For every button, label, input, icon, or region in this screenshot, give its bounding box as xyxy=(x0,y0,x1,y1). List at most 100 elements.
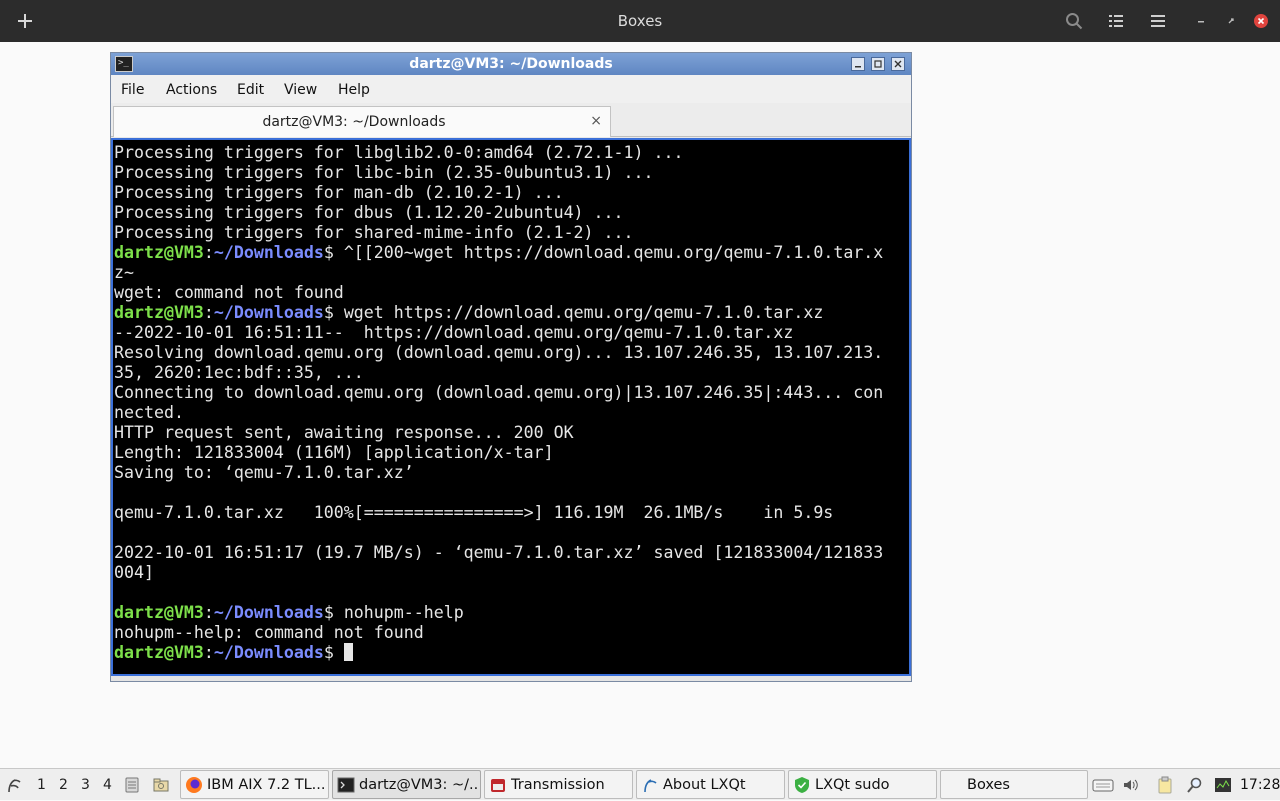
workspace-4[interactable]: 4 xyxy=(103,769,112,801)
output-line: HTTP request sent, awaiting response... … xyxy=(114,423,574,442)
menu-help[interactable]: Help xyxy=(338,75,370,103)
terminal-close-button[interactable] xyxy=(891,57,905,71)
close-icon xyxy=(894,60,902,68)
prompt-dollar: $ xyxy=(323,303,344,322)
output-line: 2022-10-01 16:51:17 (19.7 MB/s) - ‘qemu-… xyxy=(114,543,884,562)
output-line: Resolving download.qemu.org (download.qe… xyxy=(114,343,884,362)
prompt-path: ~/Downloads xyxy=(213,303,324,322)
output-line: Processing triggers for dbus (1.12.20-2u… xyxy=(114,203,624,222)
output-line: Processing triggers for libc-bin (2.35-0… xyxy=(114,163,654,182)
restore-button[interactable] xyxy=(1220,0,1242,42)
firefox-icon xyxy=(186,777,202,793)
network-search-icon[interactable] xyxy=(1186,776,1204,794)
clock[interactable]: 17:28 xyxy=(1240,769,1280,801)
plus-icon xyxy=(18,14,32,28)
prompt-user: dartz@VM3 xyxy=(114,303,204,322)
output-line: Processing triggers for shared-mime-info… xyxy=(114,223,634,242)
prompt-dollar: $ xyxy=(323,643,344,662)
view-mode-button[interactable] xyxy=(1102,0,1130,42)
task-label: About LXQt xyxy=(663,777,746,793)
lxqt-icon xyxy=(644,779,657,793)
clipboard-icon[interactable] xyxy=(1156,776,1174,794)
search-button[interactable] xyxy=(1060,0,1088,42)
output-line: Connecting to download.qemu.org (downloa… xyxy=(114,383,884,402)
task-label: Transmission xyxy=(511,777,605,793)
output-line: 35, 2620:1ec:bdf::35, ... xyxy=(114,363,364,382)
output-line: wget: command not found xyxy=(114,283,344,302)
minimize-button[interactable] xyxy=(1190,0,1212,42)
task-label: LXQt sudo xyxy=(815,777,890,793)
command-text: wget https://download.qemu.org/qemu-7.1.… xyxy=(343,303,824,322)
text-cursor xyxy=(343,643,353,661)
new-box-button[interactable] xyxy=(10,0,40,42)
terminal-tab[interactable]: dartz@VM3: ~/Downloads × xyxy=(113,106,611,137)
file-manager-icon[interactable] xyxy=(152,776,170,794)
terminal-bottom-edge xyxy=(111,676,911,681)
main-menu-button[interactable] xyxy=(1144,0,1172,42)
menu-file[interactable]: File xyxy=(121,75,144,103)
prompt-dollar: $ xyxy=(323,603,344,622)
show-desktop-icon[interactable] xyxy=(123,776,141,794)
terminal-menubar: File Actions Edit View Help xyxy=(111,75,911,103)
volume-icon[interactable] xyxy=(1122,776,1140,794)
menu-actions[interactable]: Actions xyxy=(166,75,217,103)
prompt-separator: : xyxy=(203,603,214,622)
menu-edit[interactable]: Edit xyxy=(237,75,264,103)
terminal-maximize-button[interactable] xyxy=(871,57,885,71)
output-line: Processing triggers for libglib2.0-0:amd… xyxy=(114,143,684,162)
taskbar: 1 2 3 4 IBM AIX 7.2 TL... dartz@VM3: ~/.… xyxy=(0,768,1280,800)
workspace-1[interactable]: 1 xyxy=(37,769,46,801)
prompt-path: ~/Downloads xyxy=(213,603,324,622)
terminal-icon xyxy=(337,777,355,793)
output-line: z~ xyxy=(114,263,134,282)
tab-close-icon[interactable]: × xyxy=(590,107,602,136)
close-icon xyxy=(1254,14,1268,28)
boxes-header-bar: Boxes xyxy=(0,0,1280,42)
terminal-output[interactable]: Processing triggers for libglib2.0-0:amd… xyxy=(111,138,911,676)
menu-view[interactable]: View xyxy=(284,75,317,103)
output-line: nohupm--help: command not found xyxy=(114,623,424,642)
output-line: Length: 121833004 (116M) [application/x-… xyxy=(114,443,554,462)
close-button[interactable] xyxy=(1250,0,1272,42)
output-line: 004] xyxy=(114,563,154,582)
terminal-titlebar[interactable]: >_ dartz@VM3: ~/Downloads xyxy=(111,53,911,75)
output-line: qemu-7.1.0.tar.xz 100%[================>… xyxy=(114,503,834,522)
terminal-window: >_ dartz@VM3: ~/Downloads File Actions E… xyxy=(110,52,912,682)
terminal-tabbar: dartz@VM3: ~/Downloads × xyxy=(111,103,911,137)
list-view-icon xyxy=(1109,15,1123,27)
task-lxqt-sudo[interactable]: LXQt sudo xyxy=(788,770,937,799)
task-about-lxqt[interactable]: About LXQt xyxy=(636,770,785,799)
workspace-3[interactable]: 3 xyxy=(81,769,90,801)
minimize-icon xyxy=(855,66,861,68)
transmission-icon xyxy=(491,779,505,792)
window-title: Boxes xyxy=(617,12,663,30)
terminal-app-icon: >_ xyxy=(115,56,133,72)
task-ibm-aix[interactable]: IBM AIX 7.2 TL... xyxy=(180,770,329,799)
terminal-tab-label: dartz@VM3: ~/Downloads xyxy=(262,114,446,130)
task-label: Boxes xyxy=(967,777,1010,793)
prompt-path: ~/Downloads xyxy=(213,643,324,662)
keyboard-icon[interactable] xyxy=(1092,776,1114,794)
output-line: Saving to: ‘qemu-7.1.0.tar.xz’ xyxy=(114,463,414,482)
command-text: ^[[200~wget https://download.qemu.org/qe… xyxy=(343,243,884,262)
search-icon xyxy=(1066,13,1083,30)
prompt-user: dartz@VM3 xyxy=(114,243,204,262)
system-monitor-icon[interactable] xyxy=(1214,776,1232,794)
command-text: nohupm--help xyxy=(343,603,464,622)
terminal-window-title: dartz@VM3: ~/Downloads xyxy=(409,56,613,72)
workspace-2[interactable]: 2 xyxy=(59,769,68,801)
start-menu-icon[interactable] xyxy=(4,775,24,795)
task-transmission[interactable]: Transmission xyxy=(484,770,633,799)
terminal-minimize-button[interactable] xyxy=(851,57,865,71)
task-boxes[interactable]: Boxes xyxy=(940,770,1088,799)
output-line: Processing triggers for man-db (2.10.2-1… xyxy=(114,183,564,202)
task-terminal[interactable]: dartz@VM3: ~/... xyxy=(332,770,481,799)
prompt-user: dartz@VM3 xyxy=(114,603,204,622)
hamburger-icon xyxy=(1151,15,1165,27)
prompt-separator: : xyxy=(203,643,214,662)
prompt-user: dartz@VM3 xyxy=(114,643,204,662)
prompt-separator: : xyxy=(203,303,214,322)
output-line: --2022-10-01 16:51:11-- https://download… xyxy=(114,323,794,342)
maximize-icon xyxy=(874,60,882,68)
prompt-path: ~/Downloads xyxy=(213,243,324,262)
